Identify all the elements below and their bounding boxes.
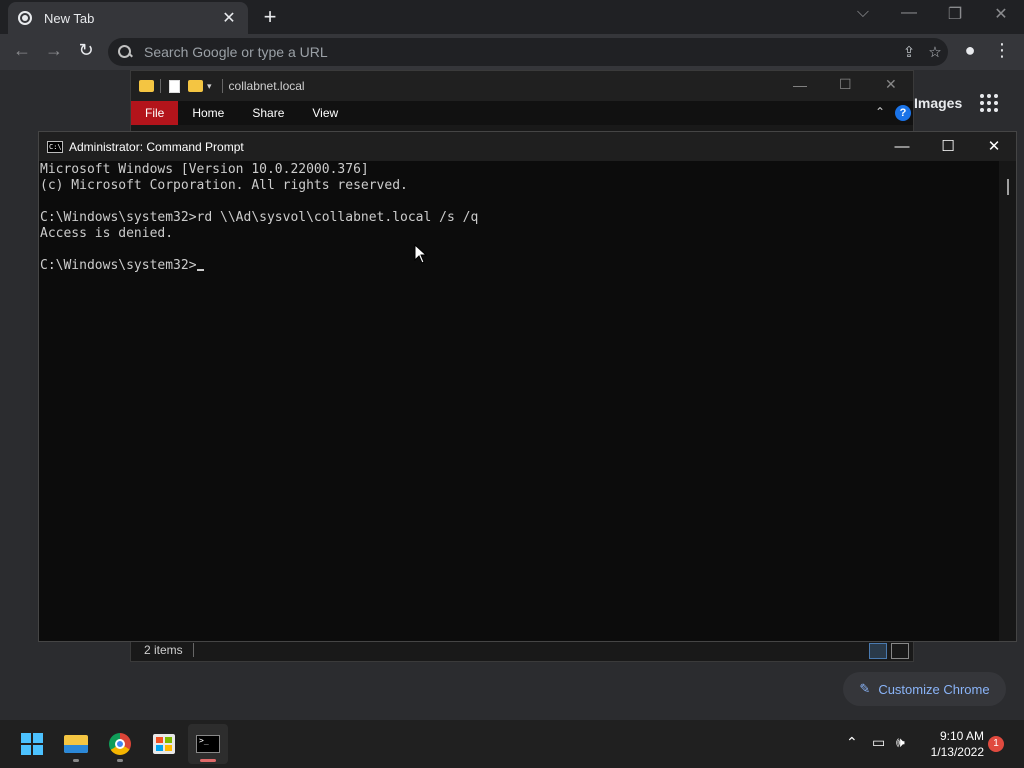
chrome-toolbar: ← → ↻ Search Google or type a URL ⇪ ☆ ● … [0, 34, 1024, 70]
profile-icon[interactable]: ● [958, 40, 982, 61]
omnibox[interactable]: Search Google or type a URL ⇪ ☆ [108, 38, 948, 66]
console-line: Access is denied. [40, 226, 174, 241]
explorer-statusbar: 2 items [131, 639, 913, 661]
console-line: C:\Windows\system32>rd \\Ad\sysvol\colla… [40, 210, 479, 225]
console-line: Microsoft Windows [Version 10.0.22000.37… [40, 162, 369, 177]
text-cursor [196, 269, 204, 271]
share-icon[interactable]: ⇪ [896, 43, 922, 61]
item-count: 2 items [144, 643, 183, 657]
console-line: (c) Microsoft Corporation. All rights re… [40, 178, 408, 193]
customize-label: Customize Chrome [878, 681, 990, 697]
start-button[interactable] [12, 724, 52, 764]
customize-qat-icon[interactable]: ▾ [207, 81, 212, 92]
close-icon[interactable]: ✕ [971, 132, 1017, 161]
running-indicator [117, 759, 123, 762]
tab-view[interactable]: View [298, 101, 352, 125]
divider [221, 79, 223, 93]
explorer-ribbon: File Home Share View ⌃ [131, 101, 913, 125]
terminal-icon: >_ [196, 735, 220, 753]
minimize-icon[interactable]: — [894, 4, 924, 22]
reload-icon[interactable]: ↻ [74, 40, 98, 61]
restore-icon[interactable]: ❐ [940, 4, 970, 24]
explorer-title: collabnet.local [228, 79, 305, 93]
minimize-icon[interactable]: — [793, 77, 807, 93]
tab-strip: New Tab ✕ + ⌵ — ❐ ✕ [0, 0, 1024, 34]
forward-icon[interactable]: → [42, 40, 66, 61]
details-view-icon[interactable] [869, 643, 887, 659]
properties-icon[interactable] [169, 79, 180, 93]
cmd-console[interactable]: Microsoft Windows [Version 10.0.22000.37… [39, 161, 999, 641]
explorer-titlebar: ▾ collabnet.local — ☐ ✕ [131, 71, 913, 101]
mouse-pointer-icon [414, 244, 428, 264]
running-indicator [73, 759, 79, 762]
apps-grid-icon[interactable] [980, 94, 1000, 112]
time: 9:10 AM [939, 729, 984, 743]
prompt-line: C:\Windows\system32> [40, 258, 999, 274]
cmd-title: Administrator: Command Prompt [69, 139, 244, 154]
tab-share[interactable]: Share [238, 101, 298, 125]
new-tab-button[interactable]: + [258, 4, 282, 30]
file-explorer-taskbar-button[interactable] [56, 724, 96, 764]
divider [192, 643, 194, 657]
new-folder-icon[interactable] [188, 80, 203, 92]
collapse-ribbon-icon[interactable]: ⌃ [875, 105, 885, 119]
large-icons-view-icon[interactable] [891, 643, 909, 659]
tab-home[interactable]: Home [178, 101, 239, 125]
back-icon[interactable]: ← [10, 40, 34, 61]
tab-close-icon[interactable]: ✕ [220, 8, 238, 28]
volume-icon[interactable]: 🕪 [896, 734, 905, 751]
active-indicator [200, 759, 216, 762]
store-taskbar-button[interactable] [144, 724, 184, 764]
tab-title: New Tab [44, 10, 95, 26]
cmd-icon: C:\ [47, 140, 63, 153]
divider [160, 79, 161, 93]
command-prompt-window: C:\ Administrator: Command Prompt — ☐ ✕ … [38, 131, 1017, 642]
bookmark-star-icon[interactable]: ☆ [922, 43, 948, 61]
cmd-titlebar: C:\ Administrator: Command Prompt — ☐ ✕ [39, 132, 1016, 161]
chrome-logo-icon [109, 733, 131, 755]
images-link[interactable]: Images [914, 95, 962, 111]
prompt-text: C:\Windows\system32> [40, 258, 197, 273]
folder-icon [139, 80, 154, 92]
close-icon[interactable]: ✕ [986, 4, 1016, 24]
maximize-icon[interactable]: ☐ [925, 132, 971, 161]
pencil-icon: ✎ [859, 681, 871, 696]
store-icon [153, 734, 175, 754]
chrome-favicon-icon [18, 11, 32, 25]
scrollbar[interactable] [999, 161, 1016, 641]
terminal-taskbar-button[interactable]: >_ [188, 724, 228, 764]
tab-search-icon[interactable]: ⌵ [848, 4, 878, 22]
date: 1/13/2022 [930, 745, 984, 759]
help-icon[interactable]: ? [895, 105, 911, 121]
menu-icon[interactable]: ⋮ [990, 40, 1014, 61]
network-icon[interactable]: ▭ [872, 734, 885, 751]
customize-chrome-button[interactable]: ✎ Customize Chrome [843, 672, 1006, 706]
windows-logo-icon [21, 733, 43, 755]
chrome-taskbar-button[interactable] [100, 724, 140, 764]
tab-new-tab[interactable]: New Tab ✕ [8, 2, 248, 34]
show-hidden-icons-icon[interactable]: ⌃ [846, 734, 858, 751]
omnibox-placeholder: Search Google or type a URL [144, 44, 328, 60]
taskbar: >_ ⌃ ▭ 🕪 [0, 720, 1024, 768]
minimize-icon[interactable]: — [879, 132, 925, 161]
close-icon[interactable]: ✕ [885, 76, 897, 93]
folder-icon [64, 735, 88, 753]
notification-badge[interactable]: 1 [988, 736, 1004, 752]
maximize-icon[interactable]: ☐ [839, 76, 852, 93]
clock[interactable]: 9:10 AM 1/13/2022 [922, 728, 984, 760]
search-icon [118, 45, 132, 59]
tab-file[interactable]: File [131, 101, 179, 125]
scrollbar-thumb[interactable] [1007, 179, 1009, 195]
